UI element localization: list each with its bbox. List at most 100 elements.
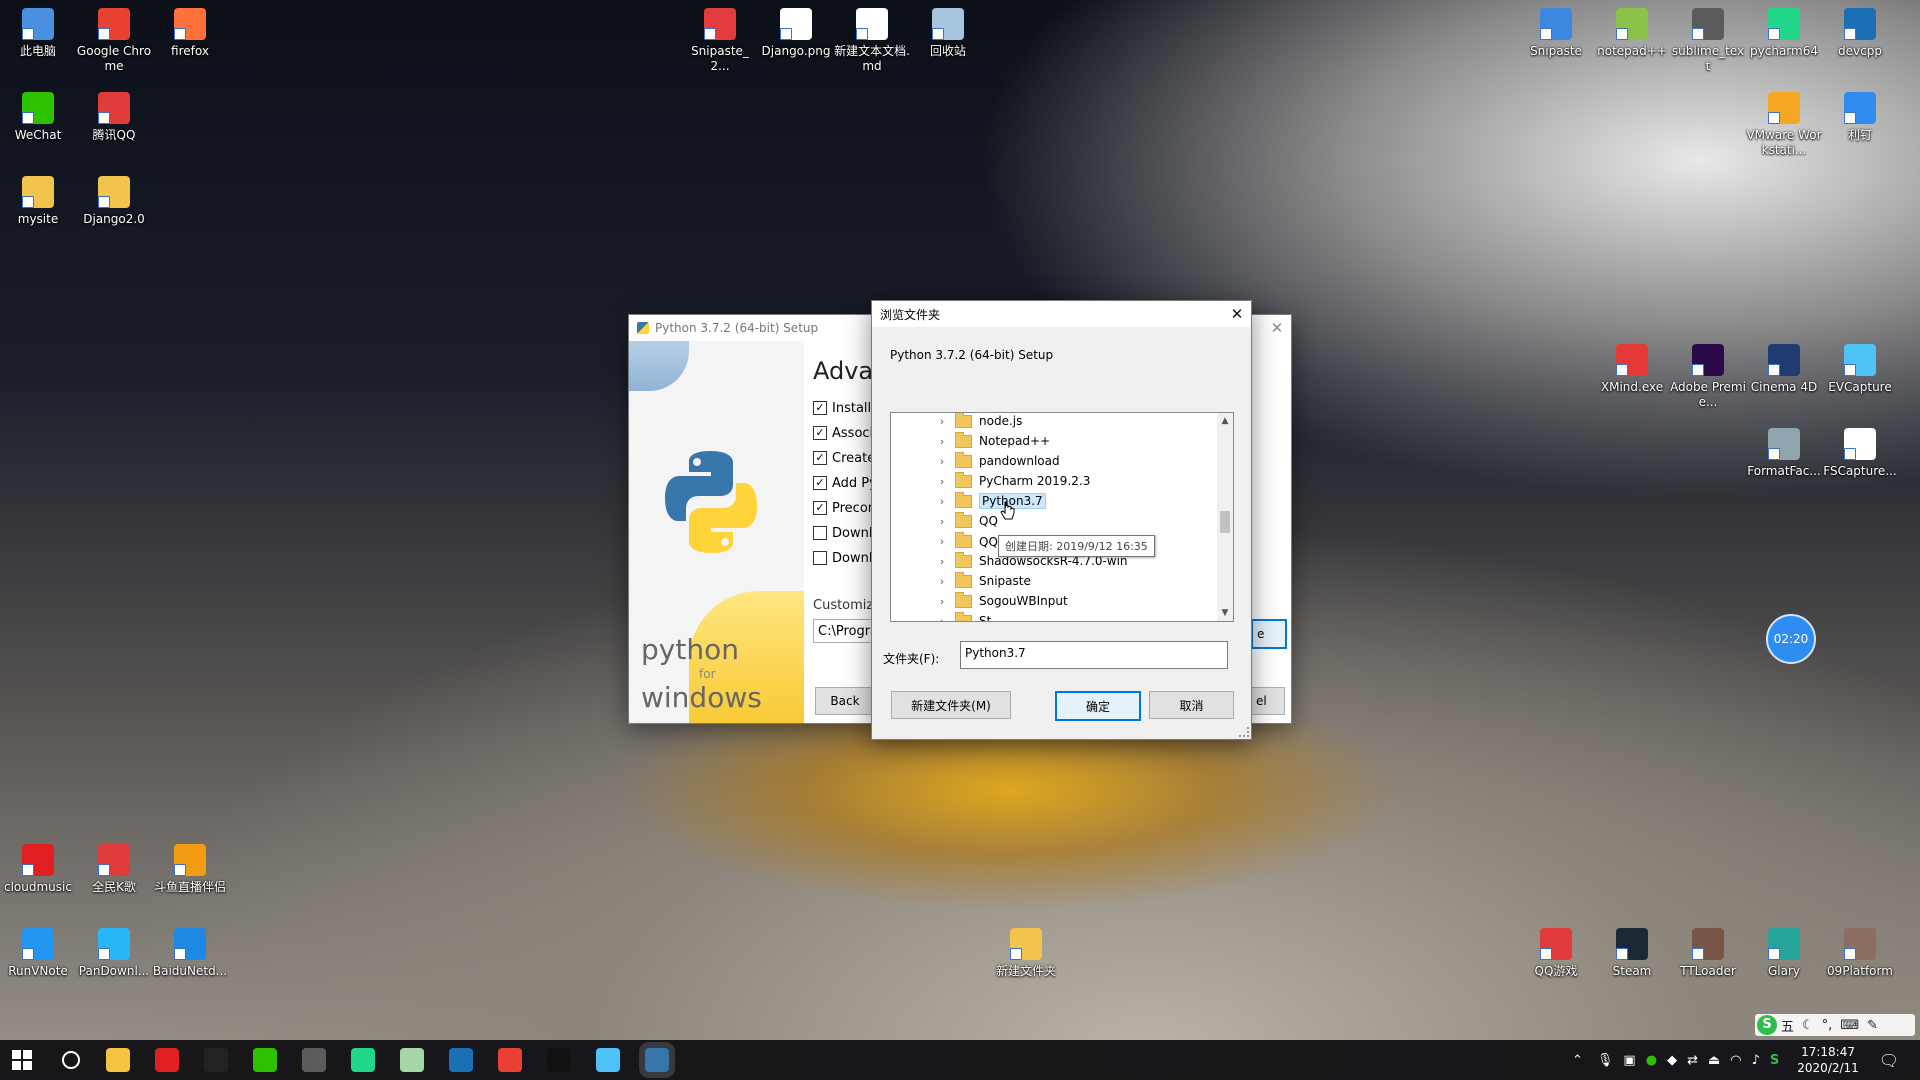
folder-tree-item[interactable]: › Snipaste bbox=[891, 571, 1211, 591]
scroll-down-icon[interactable]: ▼ bbox=[1217, 605, 1233, 621]
folder-tree-item[interactable]: › pandownload bbox=[891, 451, 1211, 471]
ime-keyboard-icon[interactable]: ⌨ bbox=[1840, 1018, 1859, 1033]
bottom-left-icons-1[interactable]: 全民K歌 bbox=[76, 840, 152, 895]
bottom-right-icons-0[interactable]: QQ游戏 bbox=[1518, 924, 1594, 979]
dialog-close-icon[interactable]: ✕ bbox=[1223, 301, 1251, 327]
tray-chevron-icon[interactable]: ⌃ bbox=[1572, 1053, 1583, 1068]
folder-tree-item[interactable]: › node.js bbox=[891, 413, 1211, 431]
bottom-right-icons-4[interactable]: 09Platform bbox=[1822, 924, 1898, 979]
folder-tree-item[interactable]: › QQ bbox=[891, 511, 1211, 531]
chevron-right-icon[interactable]: › bbox=[935, 615, 949, 622]
folder-tree-item[interactable]: › St bbox=[891, 611, 1211, 622]
taskbar-qq-icon[interactable] bbox=[204, 1048, 228, 1072]
taskbar-chrome-icon[interactable] bbox=[498, 1048, 522, 1072]
left-icons-0[interactable]: 此电脑 bbox=[0, 4, 76, 59]
taskbar-wechat-icon[interactable] bbox=[253, 1048, 277, 1072]
ime-mode[interactable]: 五 bbox=[1781, 1016, 1794, 1035]
right-top-icons-6[interactable]: 利钉 bbox=[1822, 88, 1898, 143]
left-icons-1[interactable]: Google Chrome bbox=[76, 4, 152, 74]
taskbar-devcpp-icon[interactable] bbox=[449, 1048, 473, 1072]
bottom-left-icons-4[interactable]: PanDownl... bbox=[76, 924, 152, 979]
bottom-right-icons-2[interactable]: TTLoader bbox=[1670, 924, 1746, 979]
install-path-field[interactable]: C:\Progra bbox=[813, 619, 879, 643]
taskbar-pycharm-icon[interactable] bbox=[351, 1048, 375, 1072]
chevron-right-icon[interactable]: › bbox=[935, 415, 949, 428]
checkbox-checked-icon[interactable]: ✓ bbox=[813, 501, 827, 515]
right-top-icons-2[interactable]: sublime_text bbox=[1670, 4, 1746, 74]
chevron-right-icon[interactable]: › bbox=[935, 575, 949, 588]
setup-right-button-2[interactable]: el bbox=[1251, 687, 1285, 715]
taskbar-sublime-icon[interactable] bbox=[302, 1048, 326, 1072]
chevron-right-icon[interactable]: › bbox=[935, 595, 949, 608]
timer-badge[interactable]: 02:20 bbox=[1766, 614, 1816, 664]
right-top-icons-5[interactable]: VMware Workstati... bbox=[1746, 88, 1822, 158]
right-mid-icons-5[interactable]: FSCapture... bbox=[1822, 424, 1898, 479]
taskbar-cloudmusic-icon[interactable] bbox=[155, 1048, 179, 1072]
bottom-left-icons-3[interactable]: RunVNote bbox=[0, 924, 76, 979]
bottom-right-icons-3[interactable]: Glary bbox=[1746, 924, 1822, 979]
tray-usb-icon[interactable]: ⏏ bbox=[1708, 1053, 1720, 1068]
checkbox-checked-icon[interactable]: ✓ bbox=[813, 451, 827, 465]
bottom-left-icons-5[interactable]: BaiduNetd... bbox=[152, 924, 228, 979]
chevron-right-icon[interactable]: › bbox=[935, 555, 949, 568]
bottom-mid-icons-0[interactable]: 新建文件夹 bbox=[988, 924, 1064, 979]
cancel-button[interactable]: 取消 bbox=[1149, 691, 1234, 719]
setup-option-4[interactable]: ✓ Precon bbox=[813, 499, 876, 517]
right-top-icons-4[interactable]: devcpp bbox=[1822, 4, 1898, 59]
taskbar-search-icon[interactable] bbox=[57, 1046, 85, 1074]
tray-wifi-icon[interactable]: ◠ bbox=[1730, 1053, 1741, 1068]
right-mid-icons-2[interactable]: Cinema 4D bbox=[1746, 340, 1822, 395]
right-mid-icons-0[interactable]: XMind.exe bbox=[1594, 340, 1670, 395]
checkbox-unchecked-icon[interactable] bbox=[813, 526, 827, 540]
taskbar-terminal-icon[interactable] bbox=[547, 1048, 571, 1072]
folder-tree-item[interactable]: › PyCharm 2019.2.3 bbox=[891, 471, 1211, 491]
setup-option-2[interactable]: ✓ Create bbox=[813, 449, 875, 467]
tray-app-icon[interactable]: ▣ bbox=[1623, 1053, 1635, 1068]
center-icons-1[interactable]: Django.png bbox=[758, 4, 834, 59]
tray-sogou-icon[interactable]: S bbox=[1770, 1053, 1779, 1068]
chevron-right-icon[interactable]: › bbox=[935, 535, 949, 548]
right-top-icons-0[interactable]: Snipaste bbox=[1518, 4, 1594, 59]
checkbox-checked-icon[interactable]: ✓ bbox=[813, 426, 827, 440]
dialog-titlebar[interactable]: 浏览文件夹 bbox=[872, 301, 1251, 327]
tree-scrollbar[interactable]: ▲ ▼ bbox=[1217, 413, 1233, 621]
setup-right-button-1[interactable]: e bbox=[1251, 619, 1287, 649]
back-button[interactable]: Back bbox=[815, 687, 875, 715]
new-folder-button[interactable]: 新建文件夹(M) bbox=[891, 691, 1011, 719]
right-top-icons-1[interactable]: notepad++ bbox=[1594, 4, 1670, 59]
chevron-right-icon[interactable]: › bbox=[935, 515, 949, 528]
taskbar-app-flower-icon[interactable] bbox=[400, 1048, 424, 1072]
scroll-up-icon[interactable]: ▲ bbox=[1217, 413, 1233, 429]
left-icons-5[interactable]: mysite bbox=[0, 172, 76, 227]
tray-qq-icon[interactable]: ◆ bbox=[1667, 1053, 1677, 1068]
folder-tree-item[interactable]: › Python3.7 bbox=[891, 491, 1211, 511]
taskbar-file-explorer-icon[interactable] bbox=[106, 1048, 130, 1072]
ok-button[interactable]: 确定 bbox=[1055, 691, 1141, 721]
right-mid-icons-3[interactable]: EVCapture bbox=[1822, 340, 1898, 395]
checkbox-checked-icon[interactable]: ✓ bbox=[813, 401, 827, 415]
chevron-right-icon[interactable]: › bbox=[935, 435, 949, 448]
bottom-left-icons-2[interactable]: 斗鱼直播伴侣 bbox=[152, 840, 228, 895]
ime-moon-icon[interactable]: ☾ bbox=[1802, 1018, 1814, 1033]
ime-toolbar[interactable]: S 五 ☾ °, ⌨ ✎ bbox=[1755, 1014, 1915, 1036]
tray-mic-icon[interactable]: 🎙︎ bbox=[1597, 1053, 1614, 1068]
clock[interactable]: 17:18:47 2020/2/11 bbox=[1797, 1044, 1859, 1076]
center-icons-2[interactable]: 新建文本文档.md bbox=[834, 4, 910, 74]
right-top-icons-3[interactable]: pycharm64 bbox=[1746, 4, 1822, 59]
folder-tree-item[interactable]: › Notepad++ bbox=[891, 431, 1211, 451]
taskbar-python-setup-icon[interactable] bbox=[645, 1048, 669, 1072]
resize-grip-icon[interactable] bbox=[1239, 727, 1249, 737]
taskbar-start-icon[interactable] bbox=[8, 1046, 36, 1074]
ime-punct-icon[interactable]: °, bbox=[1822, 1018, 1833, 1033]
ime-tools-icon[interactable]: ✎ bbox=[1867, 1018, 1878, 1033]
scroll-thumb[interactable] bbox=[1220, 511, 1230, 533]
chevron-right-icon[interactable]: › bbox=[935, 495, 949, 508]
chevron-right-icon[interactable]: › bbox=[935, 455, 949, 468]
setup-option-0[interactable]: ✓ Install f bbox=[813, 399, 880, 417]
tray-wechat-icon[interactable]: ● bbox=[1646, 1053, 1657, 1068]
tray-volume-icon[interactable]: ♪ bbox=[1752, 1053, 1760, 1068]
folder-name-input[interactable]: Python3.7 bbox=[960, 641, 1228, 669]
setup-option-3[interactable]: ✓ Add Py bbox=[813, 474, 877, 492]
bottom-right-icons-1[interactable]: Steam bbox=[1594, 924, 1670, 979]
right-mid-icons-4[interactable]: FormatFac... bbox=[1746, 424, 1822, 479]
